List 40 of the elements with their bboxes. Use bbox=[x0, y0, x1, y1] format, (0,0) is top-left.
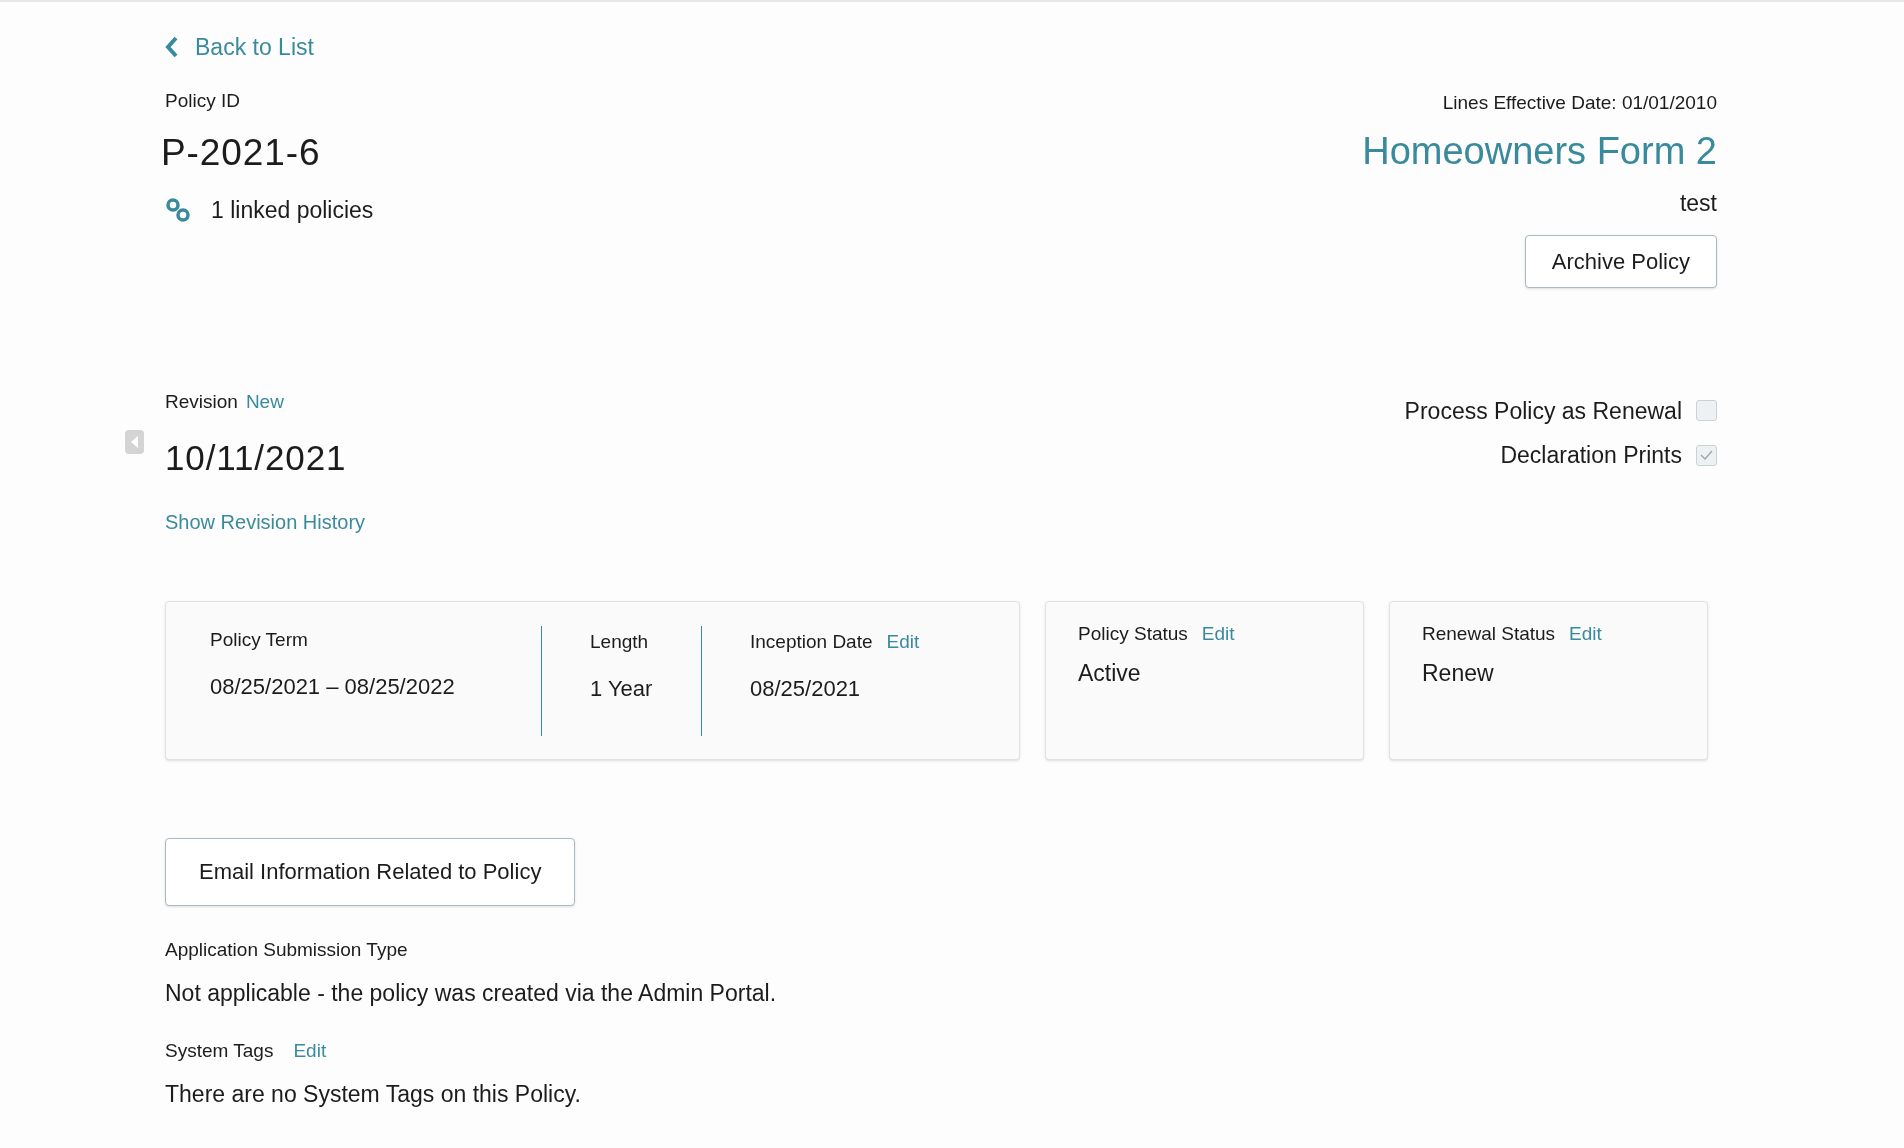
field-value: 1 Year bbox=[590, 675, 654, 703]
archive-button[interactable]: Archive Policy bbox=[1524, 234, 1717, 288]
submission-type: Not applicable - the policy was created via the Admin Portal. bbox=[165, 979, 778, 1008]
policy-id: P-2021-6 bbox=[161, 131, 322, 175]
link-icon bbox=[165, 196, 191, 223]
edit-link[interactable]: Edit bbox=[293, 1036, 327, 1065]
checkbox[interactable] bbox=[1696, 400, 1717, 422]
checkbox-label: Declaration Prints bbox=[1500, 441, 1682, 470]
field-label: Renewal Status bbox=[1422, 621, 1556, 646]
field-label: Revision bbox=[165, 389, 238, 414]
revision-history-link[interactable]: Show Revision History bbox=[165, 506, 366, 537]
field-label: Inception Date bbox=[750, 629, 873, 654]
check-icon bbox=[1700, 450, 1713, 461]
linked-policies: 1 linked policies bbox=[211, 195, 374, 225]
field-label: System Tags bbox=[165, 1038, 274, 1063]
edit-link[interactable]: Edit bbox=[886, 627, 920, 656]
revision-date: 10/11/2021 bbox=[165, 437, 348, 479]
status-value: Renew bbox=[1422, 659, 1495, 688]
field-value: 08/25/2021 bbox=[750, 675, 862, 703]
edit-link[interactable]: Edit bbox=[1201, 619, 1235, 648]
system-tags-text: There are no System Tags on this Policy. bbox=[165, 1080, 582, 1109]
caret-icon bbox=[130, 435, 139, 448]
field-label: Policy Term bbox=[210, 627, 308, 652]
checkbox[interactable] bbox=[1696, 444, 1717, 466]
lines-effective-date: Lines Effective Date: 01/01/2010 bbox=[1442, 90, 1717, 115]
field-label: Application Submission Type bbox=[165, 937, 409, 962]
new-link[interactable]: New bbox=[245, 387, 284, 416]
field-label: Policy ID bbox=[165, 88, 241, 113]
field-label: Length bbox=[590, 629, 649, 654]
edit-link[interactable]: Edit bbox=[1569, 619, 1602, 648]
checkbox-label: Process Policy as Renewal bbox=[1404, 396, 1682, 426]
status-value: Active bbox=[1078, 659, 1142, 688]
product-name: Homeowners Form 2 bbox=[1362, 129, 1717, 174]
product-subtitle: test bbox=[1679, 189, 1717, 218]
collapse-button[interactable] bbox=[125, 429, 144, 454]
field-value: 08/25/2021 – 08/25/2022 bbox=[210, 673, 456, 701]
email-button[interactable]: Email Information Related to Policy bbox=[165, 837, 576, 906]
back-link[interactable]: Back to List bbox=[165, 30, 314, 65]
chevron-left-icon bbox=[165, 36, 179, 59]
field-label: Policy Status bbox=[1078, 621, 1188, 646]
